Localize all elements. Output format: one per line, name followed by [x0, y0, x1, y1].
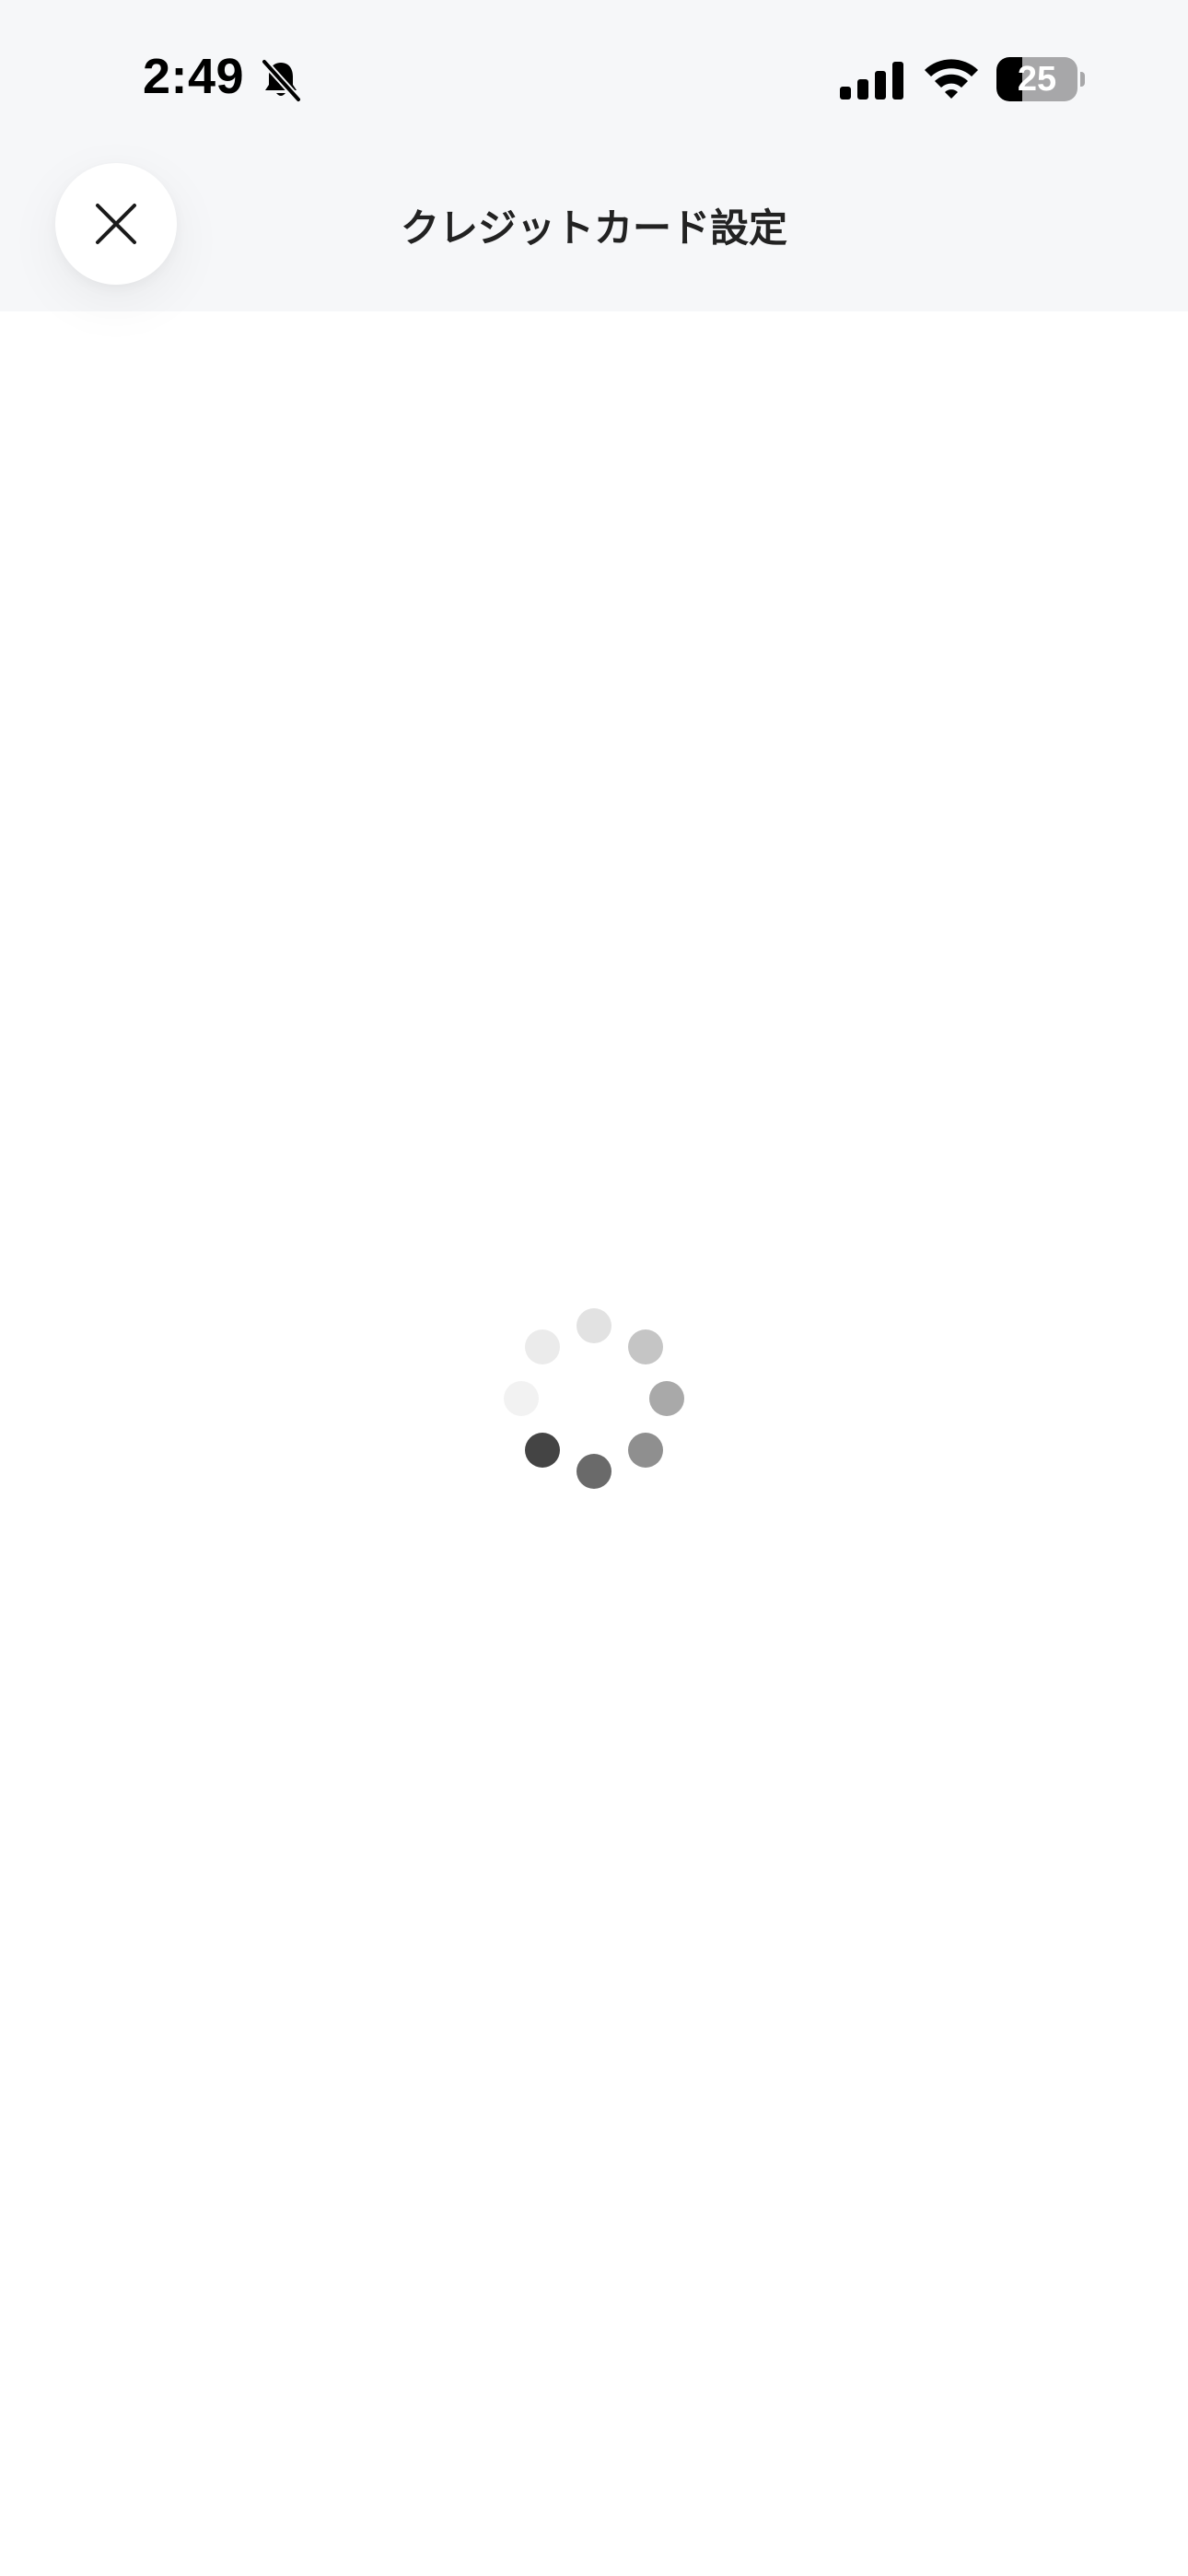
spinner-dot — [577, 1308, 611, 1343]
battery-tip — [1080, 72, 1085, 87]
spinner-dot — [649, 1381, 684, 1416]
battery-icon: 25 — [996, 57, 1085, 101]
battery-body: 25 — [996, 57, 1077, 101]
screen: 2:49 25 クレジットカード設定 — [0, 0, 1188, 2576]
spinner-dot — [627, 1329, 663, 1365]
spinner-dot — [504, 1381, 539, 1416]
cellular-signal-icon — [840, 62, 903, 100]
page-title: クレジットカード設定 — [400, 205, 787, 251]
battery-level: 25 — [1017, 60, 1057, 99]
bell-slash-icon — [261, 58, 302, 103]
loading-spinner-icon — [502, 1306, 686, 1491]
spinner-dot — [627, 1432, 663, 1468]
spinner-dot — [525, 1432, 561, 1468]
status-time: 2:49 — [143, 49, 245, 104]
spinner-dot — [577, 1454, 611, 1489]
spinner-dot — [525, 1329, 561, 1365]
header-area: 2:49 25 クレジットカード設定 — [0, 0, 1188, 311]
wifi-icon — [925, 59, 978, 99]
status-bar: 2:49 25 — [0, 0, 1188, 157]
